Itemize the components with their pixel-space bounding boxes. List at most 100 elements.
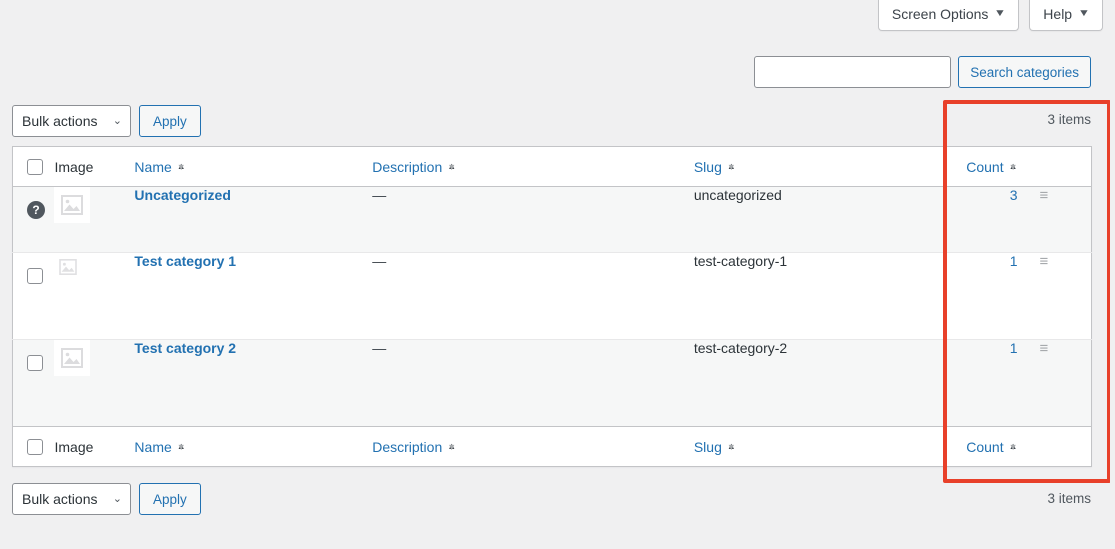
column-footer-handle — [1039, 426, 1092, 467]
row-handle-cell: ≡ — [1040, 187, 1092, 253]
select-all-checkbox-top[interactable] — [27, 159, 43, 176]
screen-options-button[interactable]: Screen Options ▼ — [877, 0, 1020, 31]
category-count-link[interactable]: 1 — [1010, 340, 1018, 356]
column-header-handle — [1039, 146, 1092, 187]
tablenav-bottom: Bulk actions ⌄ Apply — [12, 483, 201, 515]
column-label-name: Name — [134, 158, 172, 175]
row-checkbox[interactable] — [27, 268, 43, 285]
chevron-down-icon: ▼ — [994, 8, 1007, 19]
select-all-header — [12, 146, 55, 187]
image-placeholder-icon — [61, 195, 84, 215]
help-marker-icon[interactable]: ? — [27, 201, 45, 219]
drag-handle-icon[interactable]: ≡ — [1040, 187, 1049, 204]
category-count-link[interactable]: 3 — [1010, 187, 1018, 203]
sort-indicator-icon: ▲ ▼ — [447, 441, 457, 452]
image-placeholder-icon — [59, 259, 78, 275]
screen-options-label: Screen Options — [891, 6, 989, 22]
help-label: Help — [1043, 6, 1073, 22]
sort-indicator-icon: ▲ ▼ — [1008, 161, 1018, 172]
column-label-slug: Slug — [693, 158, 722, 175]
category-name-link[interactable]: Test category 1 — [134, 253, 236, 269]
bulk-actions-select-bottom[interactable]: Bulk actions ⌄ — [12, 483, 131, 515]
chevron-down-icon: ⌄ — [112, 114, 122, 127]
column-footer-slug[interactable]: Slug ▲ ▼ — [693, 426, 948, 467]
row-count-cell: 3 — [948, 187, 1040, 253]
category-count-link[interactable]: 1 — [1010, 253, 1018, 269]
row-slug-cell: uncategorized — [693, 187, 782, 203]
items-count-top: 3 items — [1047, 112, 1091, 127]
category-name-link[interactable]: Uncategorized — [134, 187, 230, 203]
row-select-cell — [13, 340, 55, 427]
column-footer-image: Image — [54, 426, 135, 467]
row-image-cell — [54, 253, 134, 340]
bulk-actions-label-top: Bulk actions — [22, 113, 98, 129]
row-name-cell: Uncategorized — [134, 187, 372, 253]
apply-button-top[interactable]: Apply — [139, 105, 201, 137]
sort-link-description[interactable]: Description ▲ ▼ — [372, 439, 456, 455]
sort-link-count[interactable]: Count ▲ ▼ — [966, 159, 1017, 175]
row-select-cell: ? — [13, 187, 55, 253]
row-handle-cell: ≡ — [1040, 253, 1092, 340]
category-name-link[interactable]: Test category 2 — [134, 340, 236, 356]
sort-link-slug[interactable]: Slug ▲ ▼ — [694, 159, 736, 175]
column-footer-name[interactable]: Name ▲ ▼ — [134, 426, 373, 467]
table-row: Test category 2 — test-category-2 1 ≡ — [12, 339, 1092, 427]
image-placeholder — [54, 187, 91, 223]
search-input[interactable] — [754, 56, 952, 88]
row-slug-cell: test-category-2 — [693, 340, 788, 356]
items-count-bottom: 3 items — [1047, 491, 1091, 506]
apply-button-bottom[interactable]: Apply — [139, 483, 201, 515]
bulk-actions-select-top[interactable]: Bulk actions ⌄ — [12, 105, 131, 137]
row-name-cell: Test category 1 — [134, 253, 372, 340]
sort-link-description[interactable]: Description ▲ ▼ — [372, 159, 456, 175]
column-footer-count[interactable]: Count ▲ ▼ — [947, 426, 1040, 467]
sort-indicator-icon: ▲ ▼ — [726, 161, 736, 172]
search-categories-button[interactable]: Search categories — [958, 56, 1091, 88]
select-all-checkbox-bottom[interactable] — [27, 439, 43, 456]
screen-meta-links: Screen Options ▼ Help ▼ — [877, 0, 1103, 31]
select-all-footer — [12, 426, 55, 467]
sort-link-slug[interactable]: Slug ▲ ▼ — [694, 439, 736, 455]
table-head: Image Name ▲ ▼ Description ▲ ▼ Slug ▲ ▼ … — [12, 146, 1092, 187]
table-header-row: Image Name ▲ ▼ Description ▲ ▼ Slug ▲ ▼ … — [12, 146, 1092, 187]
row-select-cell — [13, 253, 55, 340]
chevron-down-icon: ⌄ — [112, 492, 122, 505]
row-image-cell — [54, 187, 134, 253]
sort-link-name[interactable]: Name ▲ ▼ — [134, 439, 185, 455]
column-label-image: Image — [54, 438, 94, 455]
chevron-down-icon: ▼ — [1077, 8, 1091, 19]
categories-table: Image Name ▲ ▼ Description ▲ ▼ Slug ▲ ▼ … — [12, 146, 1092, 467]
column-header-description[interactable]: Description ▲ ▼ — [372, 146, 694, 187]
row-name-cell: Test category 2 — [134, 340, 372, 427]
image-placeholder-icon — [61, 348, 84, 368]
table-body: ? Uncategorized — uncategorized 3 ≡ Test… — [12, 186, 1092, 427]
sort-indicator-icon: ▲ ▼ — [176, 441, 186, 452]
column-header-image: Image — [54, 146, 135, 187]
help-button[interactable]: Help ▼ — [1029, 0, 1103, 31]
table-foot: Image Name ▲ ▼ Description ▲ ▼ Slug ▲ ▼ … — [12, 426, 1092, 467]
drag-handle-icon[interactable]: ≡ — [1040, 253, 1049, 270]
row-description-cell: — — [372, 187, 387, 203]
column-label-slug: Slug — [693, 438, 722, 455]
table-footer-row: Image Name ▲ ▼ Description ▲ ▼ Slug ▲ ▼ … — [12, 426, 1092, 467]
row-count-cell: 1 — [948, 340, 1040, 427]
admin-page: Screen Options ▼ Help ▼ Search categorie… — [0, 0, 1115, 549]
row-checkbox[interactable] — [27, 355, 43, 372]
column-footer-description[interactable]: Description ▲ ▼ — [372, 426, 694, 467]
column-header-name[interactable]: Name ▲ ▼ — [134, 146, 373, 187]
search-form: Search categories — [754, 56, 1091, 88]
row-count-cell: 1 — [948, 253, 1040, 340]
sort-indicator-icon: ▲ ▼ — [726, 441, 736, 452]
sort-indicator-icon: ▲ ▼ — [1008, 441, 1018, 452]
row-description-cell: — — [372, 253, 387, 269]
sort-indicator-icon: ▲ ▼ — [176, 161, 186, 172]
sort-link-count[interactable]: Count ▲ ▼ — [966, 439, 1017, 455]
drag-handle-icon[interactable]: ≡ — [1040, 340, 1049, 357]
table-row: Test category 1 — test-category-1 1 ≡ — [12, 253, 1092, 340]
sort-link-name[interactable]: Name ▲ ▼ — [134, 159, 185, 175]
column-label-name: Name — [134, 438, 172, 455]
column-header-slug[interactable]: Slug ▲ ▼ — [693, 146, 948, 187]
column-header-count[interactable]: Count ▲ ▼ — [947, 146, 1040, 187]
table-row: ? Uncategorized — uncategorized 3 ≡ — [12, 186, 1092, 253]
page-scrollbar[interactable] — [1110, 0, 1115, 549]
